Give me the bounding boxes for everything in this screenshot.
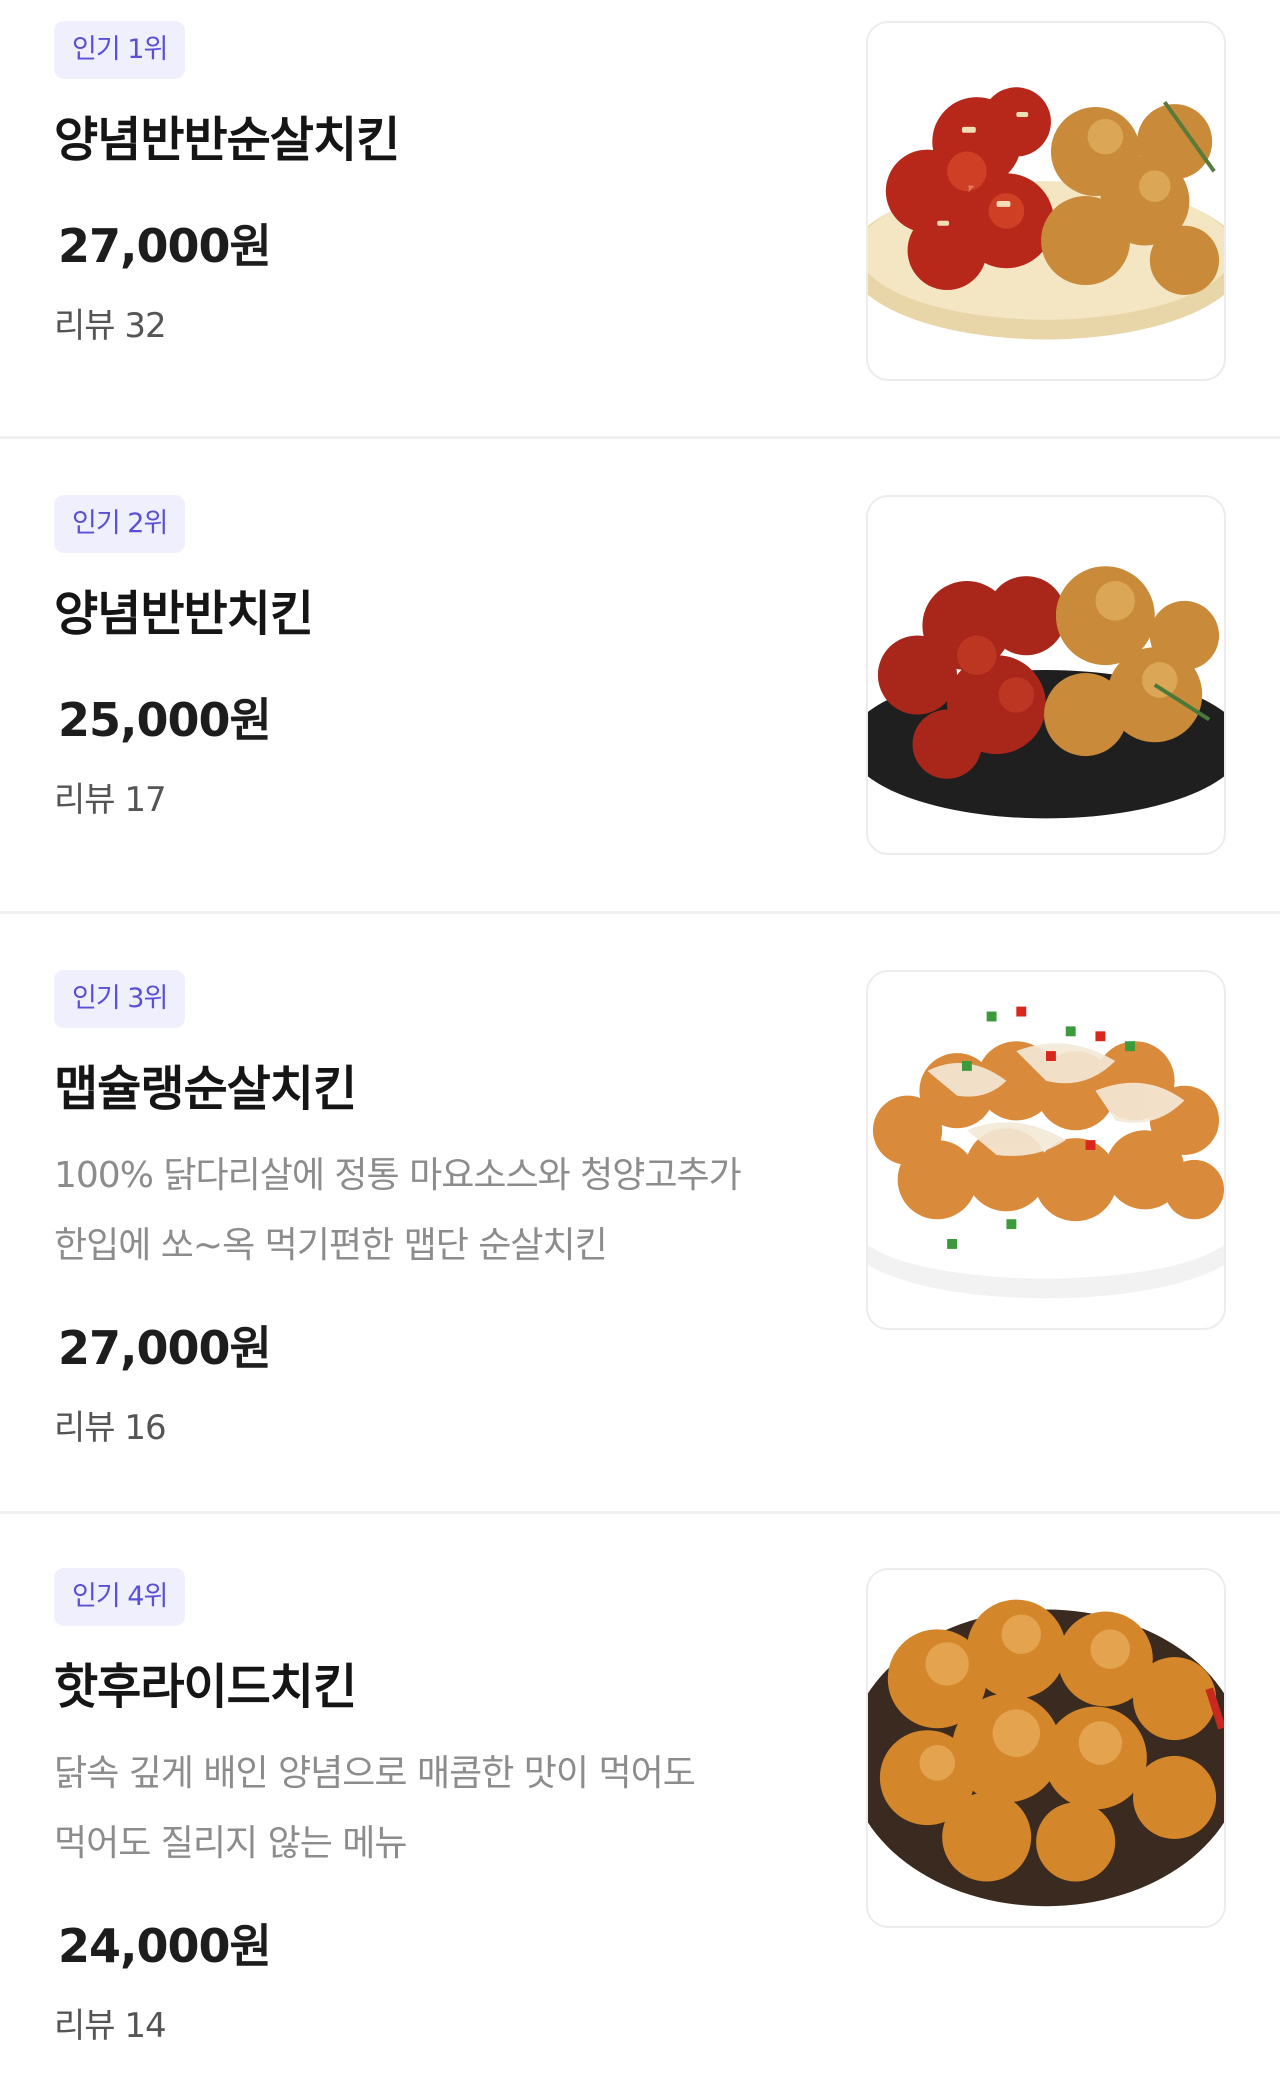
- rank-badge: 인기 1위: [54, 21, 186, 79]
- menu-name: 핫후라이드치킨: [54, 1659, 357, 1715]
- menu-image[interactable]: [866, 1568, 1226, 1928]
- menu-name: 양념반반순살치킨: [54, 112, 400, 168]
- menu-item-4[interactable]: 인기 4위 핫후라이드치킨 닭속 깊게 배인 양념으로 매콤한 맛이 먹어도 먹…: [0, 1514, 1280, 2090]
- menu-name: 양념반반치킨: [54, 586, 314, 642]
- review-count: 리뷰 16: [54, 1408, 167, 1448]
- rank-badge: 인기 3위: [54, 970, 186, 1028]
- menu-item-3[interactable]: 인기 3위 맵슐랭순살치킨 100% 닭다리살에 정통 마요소스와 청양고추가 …: [0, 914, 1280, 1511]
- menu-description: 100% 닭다리살에 정통 마요소스와 청양고추가: [54, 1155, 742, 1196]
- rank-badge: 인기 4위: [54, 1568, 186, 1626]
- review-count: 리뷰 32: [54, 306, 167, 346]
- menu-description: 닭속 깊게 배인 양념으로 매콤한 맛이 먹어도: [54, 1753, 696, 1794]
- menu-image[interactable]: [866, 495, 1226, 855]
- menu-price: 24,000원: [58, 1919, 272, 1973]
- menu-description-line2: 먹어도 질리지 않는 메뉴: [54, 1823, 408, 1864]
- menu-description-line2: 한입에 쏘~옥 먹기편한 맵단 순살치킨: [54, 1225, 608, 1266]
- rank-badge: 인기 2위: [54, 495, 186, 553]
- menu-price: 25,000원: [58, 693, 272, 747]
- menu-name: 맵슐랭순살치킨: [54, 1061, 357, 1117]
- review-count: 리뷰 14: [54, 2006, 167, 2046]
- review-count: 리뷰 17: [54, 780, 167, 820]
- menu-item-2[interactable]: 인기 2위 양념반반치킨 25,000원 리뷰 17: [0, 439, 1280, 911]
- menu-price: 27,000원: [58, 219, 272, 273]
- menu-image[interactable]: [866, 21, 1226, 381]
- menu-image[interactable]: [866, 970, 1226, 1330]
- menu-item-1[interactable]: 인기 1위 양념반반순살치킨 27,000원 리뷰 32: [0, 0, 1280, 437]
- menu-price: 27,000원: [58, 1321, 272, 1375]
